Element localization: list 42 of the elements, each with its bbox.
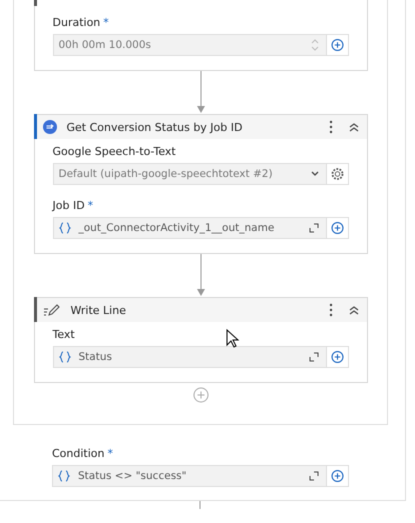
field-label: Google Speech-to-Text [52,145,176,158]
more-options-icon[interactable] [328,120,332,134]
expand-icon[interactable] [308,223,318,233]
activity-card[interactable]: Write Line Text Status [34,297,368,383]
activity-card[interactable]: Get Conversion Status by Job ID Google Speech-to-Text Default (uipath-google-speechtotext #2) Job ID * _out_ConnectorActivity_1__out_name [34,114,368,254]
field-label: Duration [52,16,100,29]
add-icon[interactable] [326,217,348,239]
activity-card[interactable]: Duration * 00h 00m 10.000s [34,0,368,71]
expand-icon[interactable] [309,471,319,481]
add-icon[interactable] [327,465,349,487]
chevron-down-icon [310,171,318,177]
braces-icon [58,351,70,363]
expression-field[interactable]: Status <> "success" [52,465,327,487]
more-options-icon[interactable] [328,303,332,317]
add-icon[interactable] [326,34,348,56]
connection-dropdown[interactable]: Default (uipath-google-speechtotext #2) [52,163,326,185]
collapse-icon[interactable] [348,305,358,315]
expression-field[interactable]: Status [52,346,326,368]
activity-title: Get Conversion Status by Job ID [66,120,244,134]
connector-arrow [196,71,206,114]
expand-icon[interactable] [308,352,318,362]
expression-field[interactable]: _out_ConnectorActivity_1__out_name [52,217,326,239]
activity-header[interactable]: Get Conversion Status by Job ID [34,115,366,139]
settings-icon[interactable] [326,163,348,185]
connector-icon [42,120,56,134]
required-marker: * [108,447,113,460]
required-marker: * [103,16,109,29]
cursor-icon [226,329,240,349]
braces-icon [58,470,70,482]
collapse-icon[interactable] [348,122,358,132]
connector-arrow [196,254,206,297]
activity-header[interactable]: Write Line [34,298,366,322]
duration-field[interactable]: 00h 00m 10.000s [52,34,326,56]
field-label: Text [52,328,75,341]
pencil-icon [42,303,60,317]
braces-icon [58,222,70,234]
activity-title: Write Line [70,304,127,316]
field-label: Condition [52,447,104,460]
add-icon[interactable] [326,346,348,368]
required-marker: * [88,199,94,212]
connector-line [199,501,201,509]
field-label: Job ID [52,199,85,212]
